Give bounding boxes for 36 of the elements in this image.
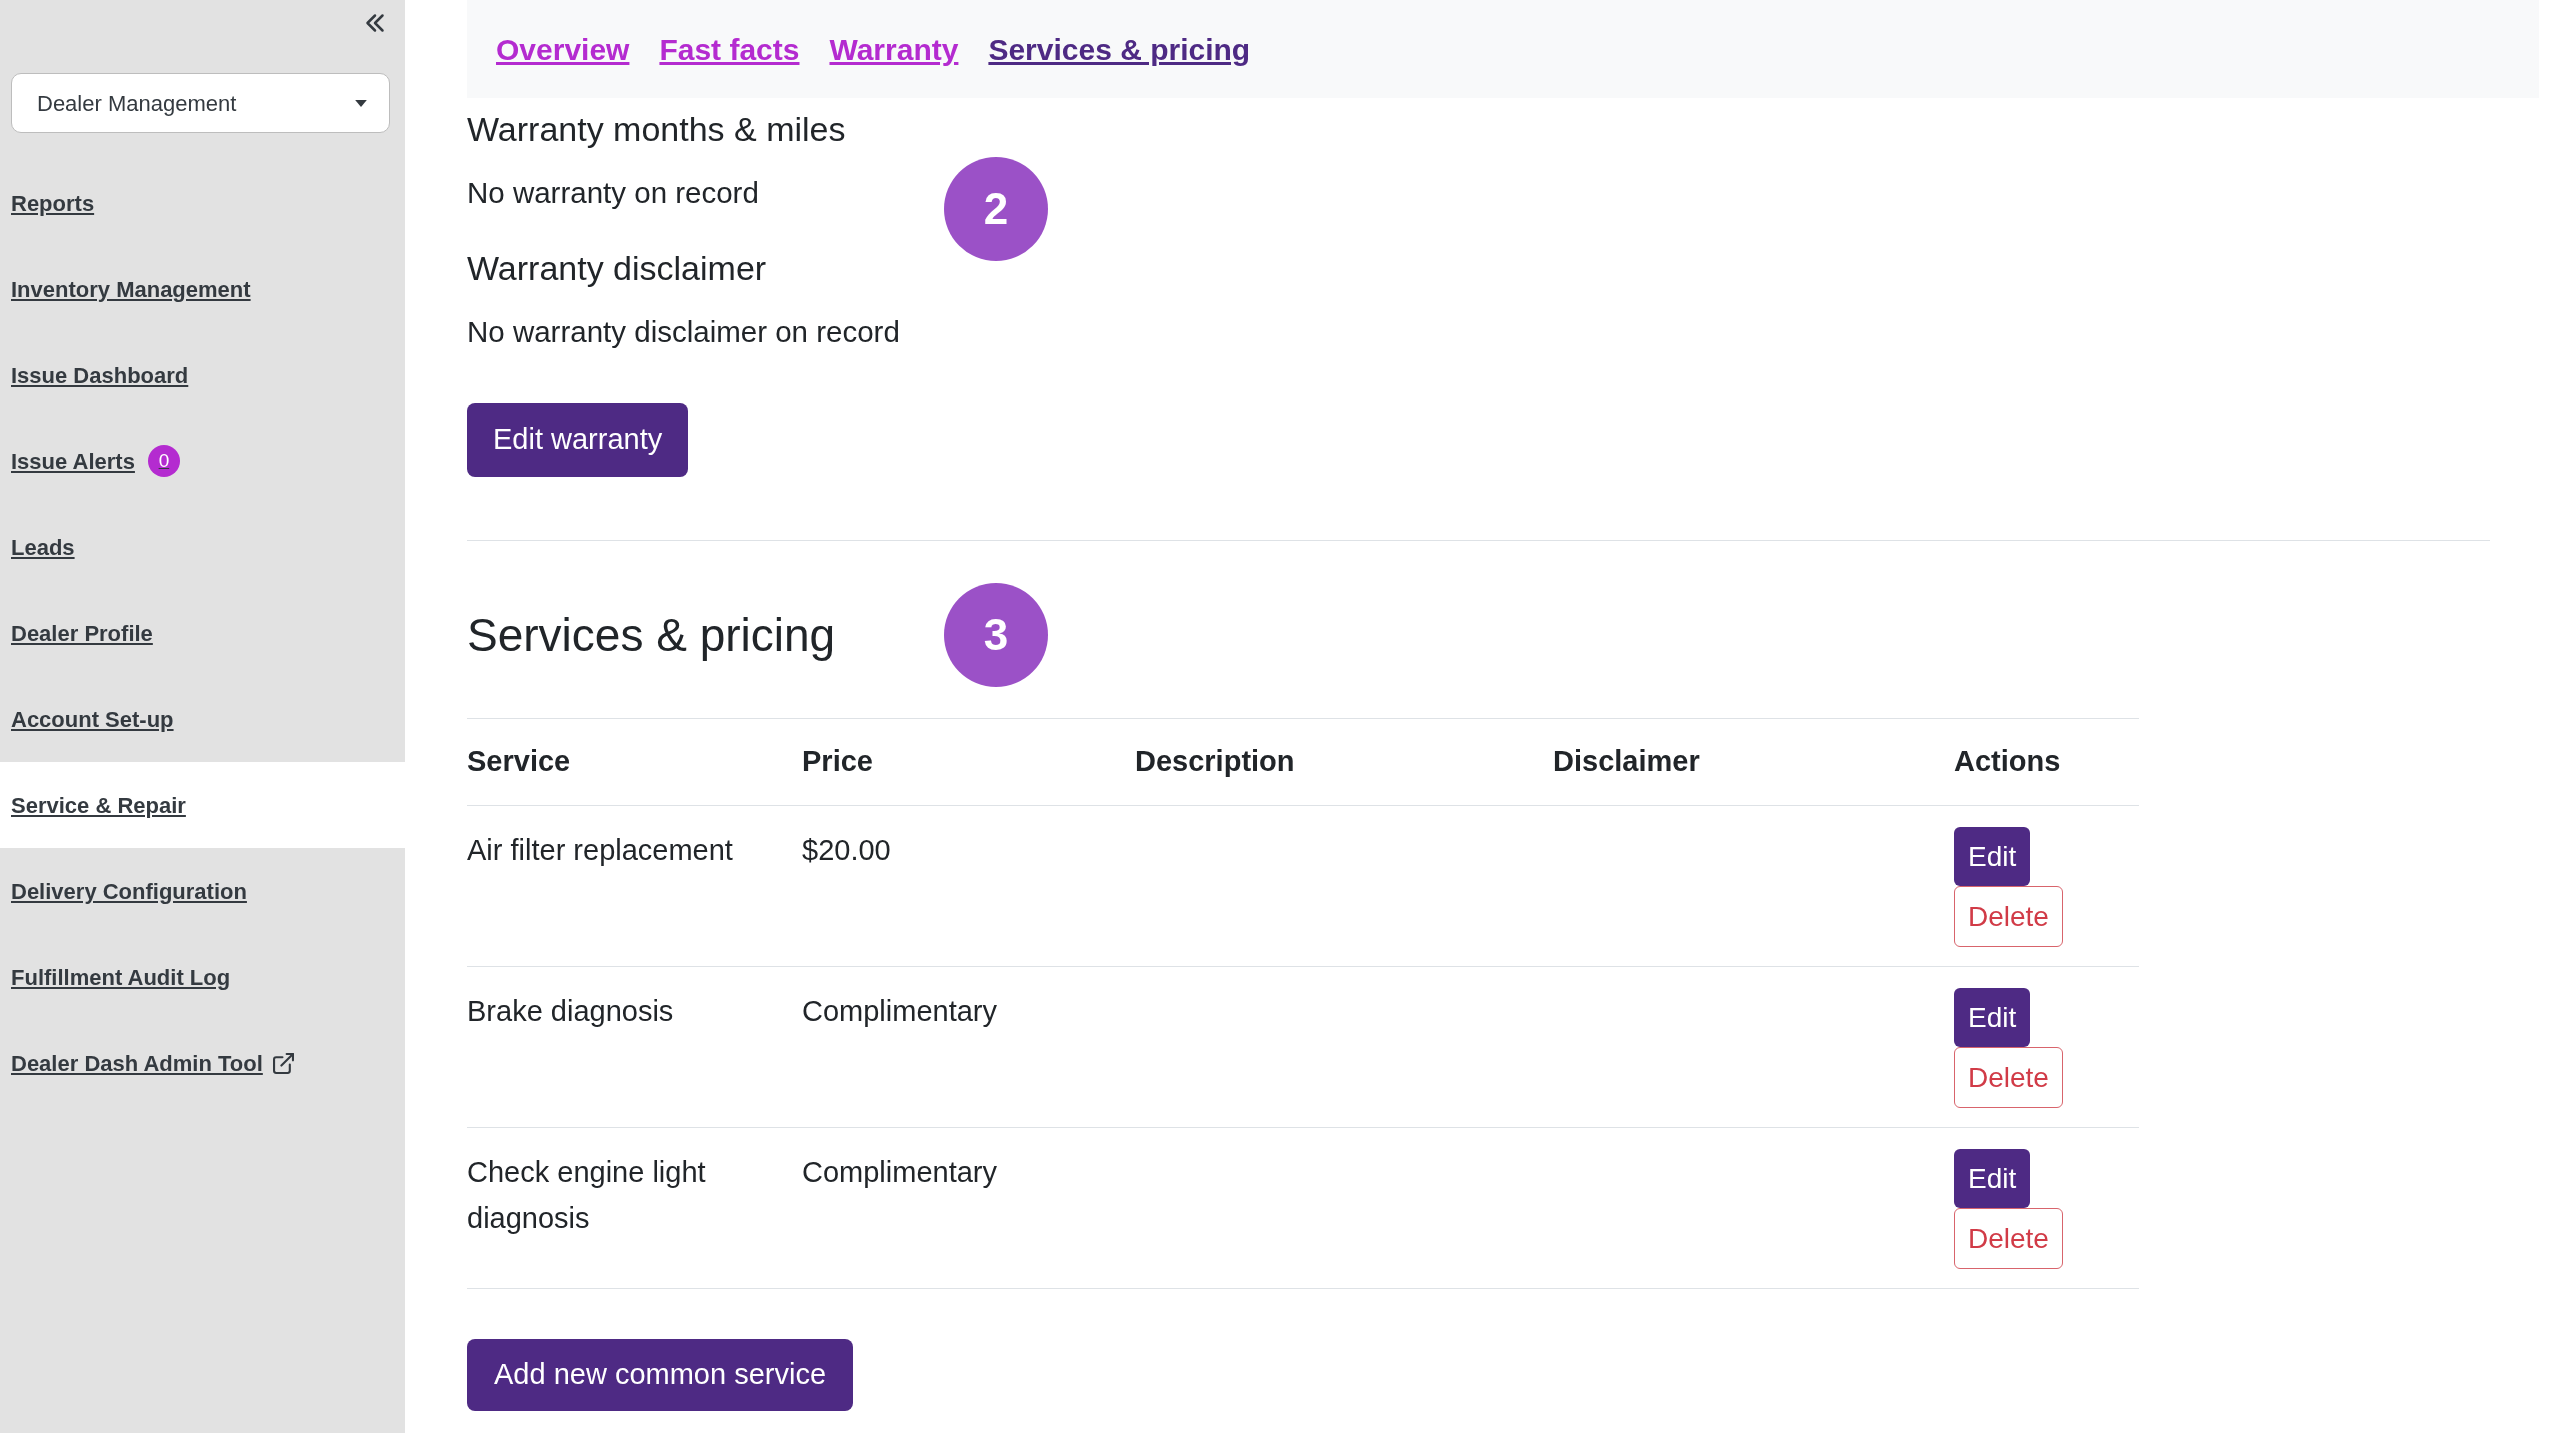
edit-button[interactable]: Edit xyxy=(1954,1149,2031,1208)
edit-button[interactable]: Edit xyxy=(1954,827,2031,886)
delete-button[interactable]: Delete xyxy=(1954,1208,2063,1269)
table-cell: Complimentary xyxy=(802,1156,997,1188)
section-heading: Warranty disclaimer xyxy=(467,248,767,289)
collapse-button[interactable] xyxy=(365,13,385,33)
column-header: Price xyxy=(802,745,873,778)
dropdown[interactable]: Dealer Management xyxy=(11,73,390,133)
table-cell: Brake diagnosis xyxy=(467,995,674,1027)
tab[interactable]: Fast facts xyxy=(659,26,800,72)
column-header: Actions xyxy=(1954,745,2061,778)
table-cell: Complimentary xyxy=(802,995,997,1027)
table-cell: $20.00 xyxy=(802,834,891,866)
add-service-button[interactable]: Add new common service xyxy=(467,1339,854,1411)
table-cell: Air filter replacement xyxy=(467,834,733,866)
step-marker: 2 xyxy=(944,157,1048,261)
table-cell: Check engine light diagnosis xyxy=(467,1156,706,1234)
edit-button[interactable]: Edit xyxy=(1954,988,2031,1047)
step-marker: 3 xyxy=(944,583,1048,687)
count-badge: 0 xyxy=(147,445,180,477)
tab[interactable]: Services & pricing xyxy=(988,26,1251,72)
field-value: No warranty on record xyxy=(467,175,759,211)
delete-button[interactable]: Delete xyxy=(1954,1047,2063,1108)
delete-button[interactable]: Delete xyxy=(1954,886,2063,947)
column-header: Disclaimer xyxy=(1553,745,1700,778)
caret-down-icon xyxy=(355,99,367,107)
tab[interactable]: Warranty xyxy=(829,26,959,72)
tab[interactable]: Overview xyxy=(496,26,630,72)
column-header: Description xyxy=(1135,745,1295,778)
edit-warranty-button[interactable]: Edit warranty xyxy=(467,403,689,477)
column-header: Service xyxy=(467,745,571,778)
field-value: No warranty disclaimer on record xyxy=(467,314,900,350)
section-heading: Warranty months & miles xyxy=(467,109,846,150)
sidebar-item[interactable]: Service & Repair xyxy=(0,762,405,848)
section-title: Services & pricing xyxy=(467,608,836,663)
chevrons-left-icon xyxy=(365,13,385,33)
